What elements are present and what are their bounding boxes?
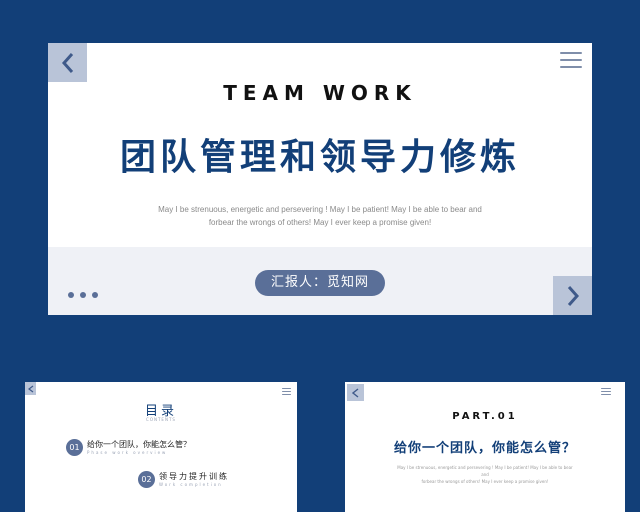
contents-slide-thumbnail[interactable]: 目录 CONTENTS 01 给你一个团队，你能怎么管？ Phase work … — [25, 382, 297, 512]
presenter-pill: 汇报人：觅知网 — [255, 270, 385, 296]
toc-number: 02 — [138, 471, 155, 488]
part-label: PART.01 — [452, 411, 518, 422]
menu-icon[interactable] — [560, 52, 582, 73]
menu-icon[interactable] — [601, 388, 611, 397]
page-dot[interactable] — [68, 292, 74, 298]
toc-english: Work completion — [159, 482, 223, 487]
prev-slide-button[interactable] — [25, 382, 36, 395]
toc-english: Phase work overview — [87, 450, 168, 455]
toc-item[interactable]: 01 给你一个团队，你能怎么管？ Phase work overview — [66, 439, 191, 456]
part-slide-thumbnail[interactable]: PART.01 给你一个团队，你能怎么管？ May I be strenuous… — [345, 382, 625, 512]
prev-slide-button[interactable] — [347, 384, 364, 401]
title-english: TEAM WORK — [223, 81, 417, 105]
main-slide: TEAM WORK 团队管理和领导力修炼 May I be strenuous,… — [48, 43, 592, 315]
toc-label: 领导力提升训练 — [159, 472, 229, 481]
chevron-left-icon — [61, 52, 73, 73]
chevron-right-icon — [567, 285, 579, 306]
page-dot[interactable] — [92, 292, 98, 298]
pagination-dots — [68, 292, 98, 298]
main-description: May I be strenuous, energetic and persev… — [158, 205, 482, 227]
chevron-left-icon — [352, 387, 359, 398]
contents-subtitle: CONTENTS — [146, 417, 176, 422]
part-title: 给你一个团队，你能怎么管？ — [393, 441, 576, 456]
menu-icon[interactable] — [282, 388, 291, 397]
chevron-left-icon — [27, 385, 33, 392]
toc-item[interactable]: 02 领导力提升训练 Work completion — [138, 471, 229, 488]
title-chinese: 团队管理和领导力修炼 — [119, 137, 520, 178]
next-slide-button[interactable] — [553, 276, 592, 315]
prev-slide-button[interactable] — [48, 43, 87, 82]
toc-number: 01 — [66, 439, 83, 456]
part-description: May I be strenuous, energetic and persev… — [397, 465, 573, 484]
page-dot[interactable] — [80, 292, 86, 298]
toc-label: 给你一个团队，你能怎么管？ — [87, 440, 191, 449]
